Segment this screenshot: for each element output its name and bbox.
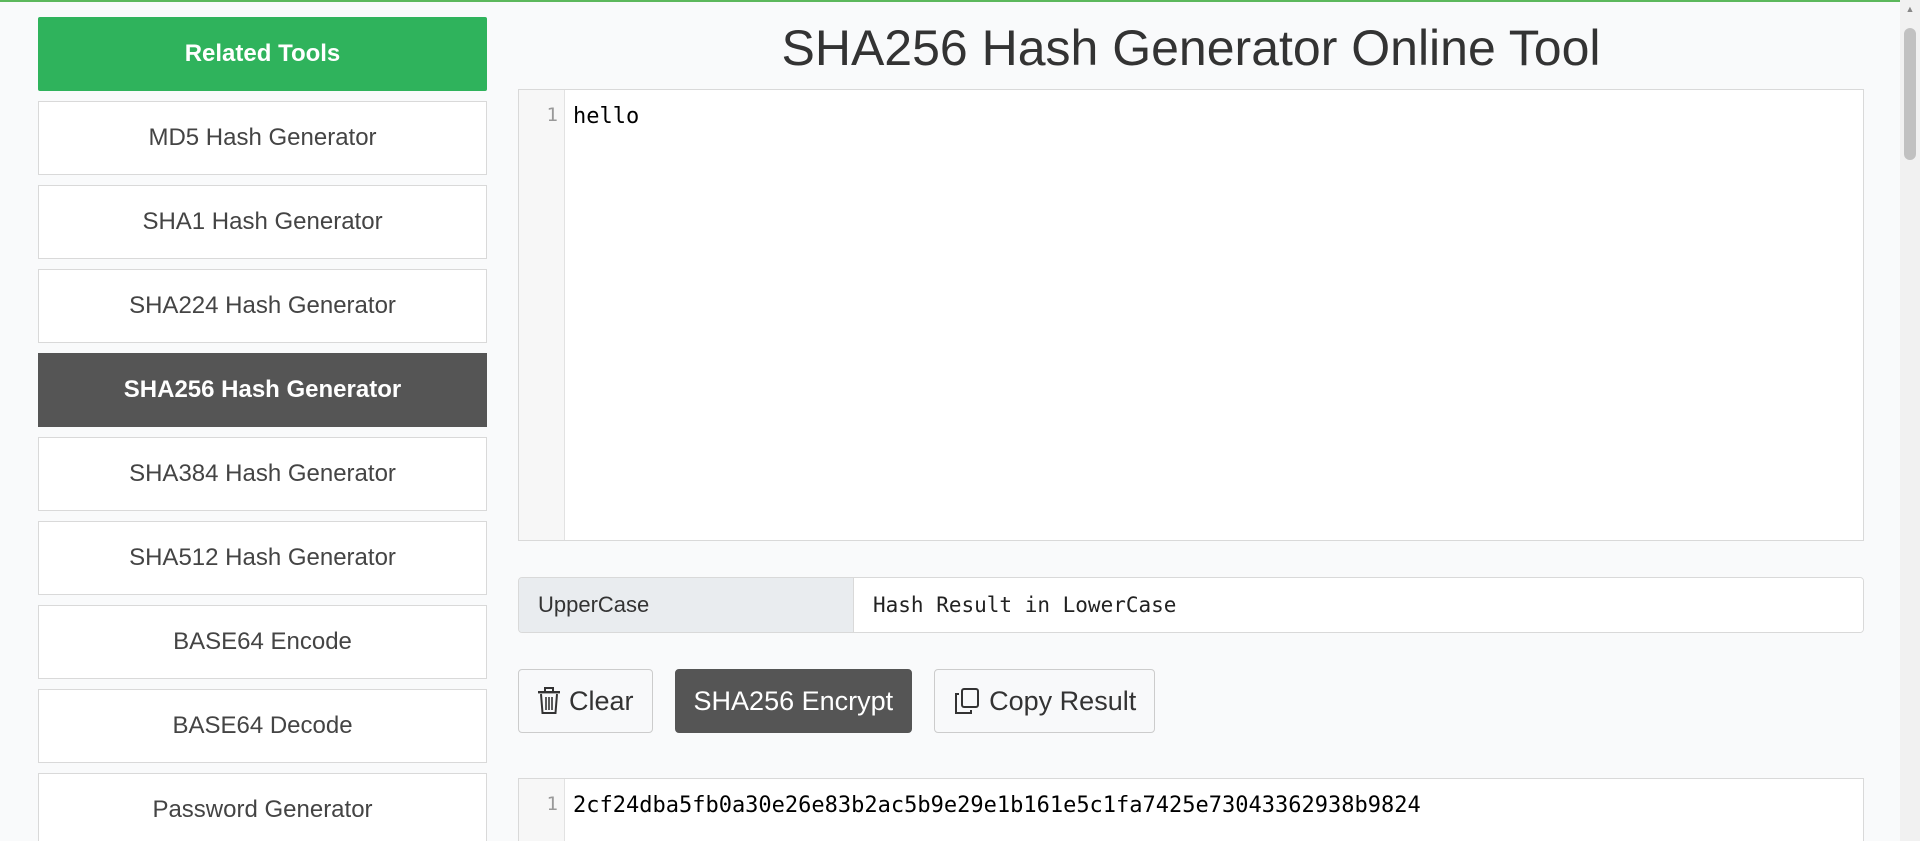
output-line-number: 1: [546, 793, 558, 815]
copy-result-button[interactable]: Copy Result: [934, 669, 1156, 733]
sidebar-item-base64-encode[interactable]: BASE64 Encode: [38, 605, 487, 679]
sha256-encrypt-button[interactable]: SHA256 Encrypt: [674, 669, 913, 733]
scrollbar-thumb[interactable]: [1904, 28, 1916, 160]
hash-result-text[interactable]: 2cf24dba5fb0a30e26e83b2ac5b9e29e1b161e5c…: [573, 793, 1421, 818]
copy-button-label: Copy Result: [989, 685, 1137, 716]
case-option-group: UpperCase Hash Result in LowerCase: [518, 577, 1864, 633]
sidebar-item-sha224[interactable]: SHA224 Hash Generator: [38, 269, 487, 343]
input-gutter: 1: [519, 90, 565, 540]
related-tools-sidebar: Related Tools MD5 Hash Generator SHA1 Ha…: [38, 17, 487, 841]
input-editor[interactable]: 1 hello: [518, 89, 1864, 541]
sidebar-item-sha1[interactable]: SHA1 Hash Generator: [38, 185, 487, 259]
sidebar-header: Related Tools: [38, 17, 487, 91]
case-result-field[interactable]: Hash Result in LowerCase: [854, 578, 1863, 632]
scroll-up-icon[interactable]: ▲: [1900, 0, 1920, 18]
input-line-number: 1: [546, 104, 558, 126]
output-gutter: 1: [519, 779, 565, 841]
sidebar-item-sha256[interactable]: SHA256 Hash Generator: [38, 353, 487, 427]
sidebar-item-base64-decode[interactable]: BASE64 Decode: [38, 689, 487, 763]
page-title: SHA256 Hash Generator Online Tool: [781, 20, 1601, 76]
sidebar-item-sha512[interactable]: SHA512 Hash Generator: [38, 521, 487, 595]
copy-icon: [953, 687, 981, 715]
uppercase-toggle[interactable]: UpperCase: [519, 578, 854, 632]
action-buttons: Clear SHA256 Encrypt Copy Result: [518, 669, 1177, 733]
input-text[interactable]: hello: [573, 104, 639, 129]
clear-button[interactable]: Clear: [518, 669, 653, 733]
sidebar-item-md5[interactable]: MD5 Hash Generator: [38, 101, 487, 175]
trash-icon: [537, 687, 561, 715]
clear-button-label: Clear: [569, 685, 634, 716]
encrypt-button-label: SHA256 Encrypt: [693, 685, 894, 716]
page-scrollbar[interactable]: ▲: [1900, 0, 1920, 841]
main-content: SHA256 Hash Generator Online Tool 1 hell…: [518, 0, 1864, 841]
sidebar-item-sha384[interactable]: SHA384 Hash Generator: [38, 437, 487, 511]
sidebar-item-password-generator[interactable]: Password Generator: [38, 773, 487, 841]
output-editor[interactable]: 1 2cf24dba5fb0a30e26e83b2ac5b9e29e1b161e…: [518, 778, 1864, 841]
